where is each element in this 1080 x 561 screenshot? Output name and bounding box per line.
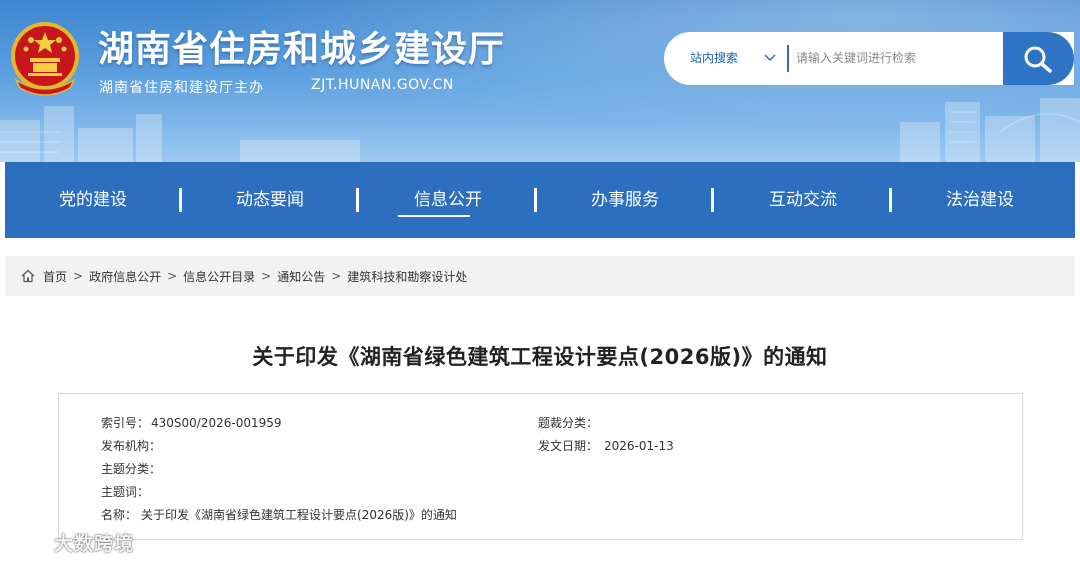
meta-date-row: 发文日期： 2026-01-13 <box>538 437 674 454</box>
breadcrumb-separator: > <box>167 269 178 283</box>
watermark-logo-icon <box>12 532 48 551</box>
nav-separator <box>179 188 182 212</box>
meta-publisher-row: 发布机构： <box>101 437 163 454</box>
breadcrumb-separator: > <box>331 269 342 283</box>
breadcrumb: 首页 > 政府信息公开 > 信息公开目录 > 通知公告 > 建筑科技和勘察设计处 <box>5 256 1075 296</box>
site-sponsor-text: 湖南省住房和建设厅主办 <box>99 80 264 96</box>
meta-genre-label: 题裁分类： <box>538 416 599 430</box>
home-icon[interactable] <box>21 269 35 283</box>
search-scope-select[interactable]: 站内搜索 <box>690 32 738 85</box>
breadcrumb-separator: > <box>73 269 84 283</box>
nav-item-rule-of-law[interactable]: 法治建设 <box>900 162 1060 238</box>
site-domain-text: ZJT.HUNAN.GOV.CN <box>311 77 454 93</box>
national-emblem-icon <box>11 22 79 96</box>
meta-index-row: 索引号： 430S00/2026-001959 <box>101 414 282 431</box>
breadcrumb-home[interactable]: 首页 <box>43 268 67 285</box>
nav-item-news[interactable]: 动态要闻 <box>190 162 350 238</box>
meta-date-label: 发文日期： <box>538 439 599 453</box>
nav-item-services[interactable]: 办事服务 <box>545 162 705 238</box>
breadcrumb-gov-info[interactable]: 政府信息公开 <box>89 268 161 285</box>
site-header: 湖南省住房和城乡建设厅 湖南省住房和建设厅主办 ZJT.HUNAN.GOV.CN… <box>0 0 1080 162</box>
meta-name-row: 名称： 关于印发《湖南省绿色建筑工程设计要点(2026版)》的通知 <box>101 506 457 523</box>
site-title[interactable]: 湖南省住房和城乡建设厅 <box>98 20 505 72</box>
breadcrumb-department[interactable]: 建筑科技和勘察设计处 <box>347 268 467 285</box>
nav-active-indicator <box>398 215 470 217</box>
meta-index-value: 430S00/2026-001959 <box>151 416 282 430</box>
meta-index-label: 索引号： <box>101 416 150 430</box>
article-title: 关于印发《湖南省绿色建筑工程设计要点(2026版)》的通知 <box>252 345 828 369</box>
nav-separator <box>889 188 892 212</box>
search-input[interactable] <box>796 40 996 76</box>
nav-item-info-disclosure[interactable]: 信息公开 <box>368 162 528 238</box>
meta-topic-label: 主题分类： <box>101 462 162 476</box>
meta-date-value: 2026-01-13 <box>604 439 674 453</box>
meta-topic-row: 主题分类： <box>101 460 163 477</box>
nav-separator <box>356 188 359 212</box>
search-icon <box>1024 46 1052 73</box>
meta-keywords-row: 主题词： <box>101 483 151 500</box>
breadcrumb-separator: > <box>261 269 272 283</box>
meta-name-label: 名称： <box>101 508 138 522</box>
main-nav: 党的建设 动态要闻 信息公开 办事服务 互动交流 法治建设 <box>5 162 1075 238</box>
nav-item-party-building[interactable]: 党的建设 <box>13 162 173 238</box>
nav-item-interaction[interactable]: 互动交流 <box>723 162 883 238</box>
city-skyline-illustration <box>0 98 1080 162</box>
watermark-text: 大数跨境 <box>54 532 135 555</box>
breadcrumb-notices[interactable]: 通知公告 <box>277 268 325 285</box>
meta-name-value: 关于印发《湖南省绿色建筑工程设计要点(2026版)》的通知 <box>141 508 457 522</box>
search-divider <box>787 45 789 72</box>
document-metadata-box: 索引号： 430S00/2026-001959 题裁分类： 发布机构： 发文日期：… <box>58 393 1023 540</box>
search-button[interactable] <box>1003 32 1074 85</box>
watermark: 大数跨境 <box>10 528 134 556</box>
meta-keywords-label: 主题词： <box>101 485 150 499</box>
meta-publisher-label: 发布机构： <box>101 439 162 453</box>
nav-separator <box>534 188 537 212</box>
chevron-down-icon[interactable] <box>764 53 776 63</box>
nav-separator <box>711 188 714 212</box>
meta-genre-row: 题裁分类： <box>538 414 600 431</box>
breadcrumb-catalog[interactable]: 信息公开目录 <box>183 268 255 285</box>
